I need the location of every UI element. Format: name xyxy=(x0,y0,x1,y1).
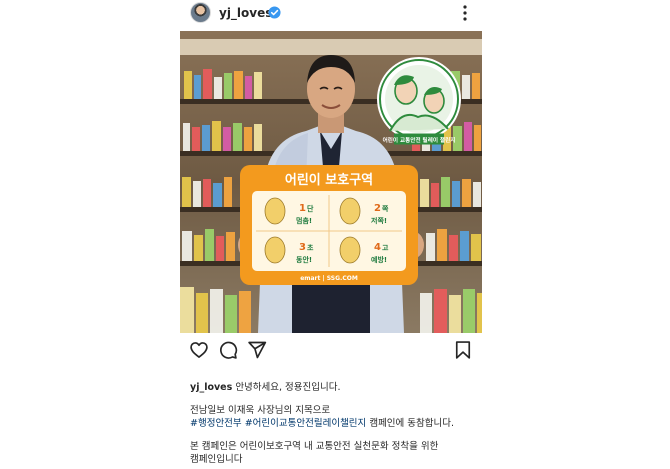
bookmark-icon[interactable] xyxy=(453,340,473,360)
comment-icon[interactable] xyxy=(218,340,238,360)
sign-brand: emart | SSG.COM xyxy=(300,275,358,282)
caption-line-3: #행정안전부 #어린이교통안전릴레이챌린지 캠페인에 동참합니다. xyxy=(190,417,482,430)
sign-cell-4-l1: 고 xyxy=(382,244,389,252)
share-icon[interactable] xyxy=(247,340,267,360)
sign-cell-2-l1: 쪽 xyxy=(382,204,389,213)
hashtag-link[interactable]: #행정안전부 xyxy=(190,418,242,429)
caption-greeting: 안녕하세요, 정용진입니다. xyxy=(235,382,341,393)
post-header: yj_loves xyxy=(180,0,482,30)
caption-line-1: yj_loves 안녕하세요, 정용진입니다. xyxy=(190,381,482,394)
sign-cell-1-l2: 멈춤! xyxy=(296,216,312,225)
caption-line-4: 본 캠페인은 어린이보호구역 내 교통안전 실천문화 정착을 위한 xyxy=(190,440,439,452)
post-caption: yj_loves 안녕하세요, 정용진입니다. 전남일보 이재욱 사장님의 지목… xyxy=(190,381,482,466)
sign-cell-1-l1: 단 xyxy=(307,204,314,213)
sign-cell-3-num: 3 xyxy=(299,242,306,253)
caption-line-5: 캠페인입니다 xyxy=(190,453,243,465)
heart-icon[interactable] xyxy=(189,340,209,360)
sign-cell-3-l2: 동안! xyxy=(296,255,312,264)
verified-badge-icon xyxy=(268,6,281,19)
more-vertical-icon[interactable] xyxy=(459,4,471,22)
sign-cell-3-l1: 초 xyxy=(307,243,314,252)
hashtag-link[interactable]: #어린이교통안전릴레이챌린지 xyxy=(245,418,367,429)
avatar[interactable] xyxy=(190,2,211,23)
instagram-post: yj_loves 어린이 교통안전 릴레이 챌린지 어린이 보호구역 1 단 멈… xyxy=(180,0,482,469)
post-photo-illustration: 어린이 교통안전 릴레이 챌린지 어린이 보호구역 1 단 멈춤! 2 쪽 저쪽… xyxy=(180,31,482,333)
post-image[interactable]: 어린이 교통안전 릴레이 챌린지 어린이 보호구역 1 단 멈춤! 2 쪽 저쪽… xyxy=(180,31,482,333)
sign-cell-2-num: 2 xyxy=(374,203,381,214)
sign-title: 어린이 보호구역 xyxy=(285,172,373,188)
sign-cell-4-num: 4 xyxy=(374,242,381,253)
sign-cell-2-l2: 저쪽! xyxy=(371,216,387,225)
sign-cell-4-l2: 예방! xyxy=(371,255,387,264)
caption-line-2: 전남일보 이재욱 사장님의 지목으로 xyxy=(190,404,331,416)
username[interactable]: yj_loves xyxy=(219,6,272,20)
caption-line-3-suffix: 캠페인에 동참합니다. xyxy=(369,417,455,429)
post-actions xyxy=(180,340,482,362)
caption-username[interactable]: yj_loves xyxy=(190,382,232,393)
badge-text: 어린이 교통안전 릴레이 챌린지 xyxy=(383,136,456,144)
sign-cell-1-num: 1 xyxy=(299,203,306,214)
